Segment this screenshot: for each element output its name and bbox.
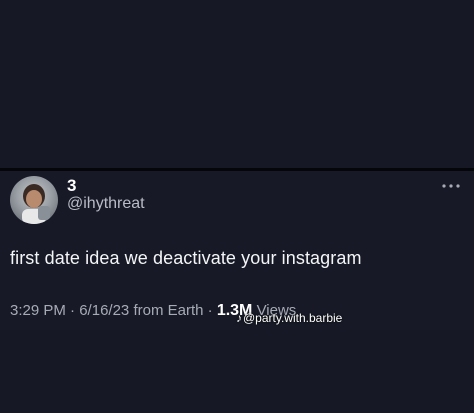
meta-separator: · — [207, 302, 217, 319]
user-handle[interactable]: @ihythreat — [67, 195, 145, 213]
tweet-text: first date idea we deactivate your insta… — [10, 248, 362, 268]
more-horizontal-icon[interactable] — [440, 179, 464, 191]
tiktok-icon: ♪ — [236, 311, 242, 325]
avatar[interactable] — [10, 176, 58, 224]
avatar-image — [22, 184, 50, 224]
display-name[interactable]: 3 — [67, 176, 76, 196]
tiktok-watermark: ♪@party.with.barbie — [236, 311, 342, 325]
bottom-empty-area — [0, 330, 474, 413]
tweet-date[interactable]: 6/16/23 — [79, 302, 129, 319]
tweet-source: from Earth — [133, 302, 204, 319]
watermark-text: @party.with.barbie — [243, 311, 343, 325]
tweet-time[interactable]: 3:29 PM — [10, 302, 66, 319]
meta-separator: · — [70, 302, 80, 319]
top-empty-area — [0, 0, 474, 168]
